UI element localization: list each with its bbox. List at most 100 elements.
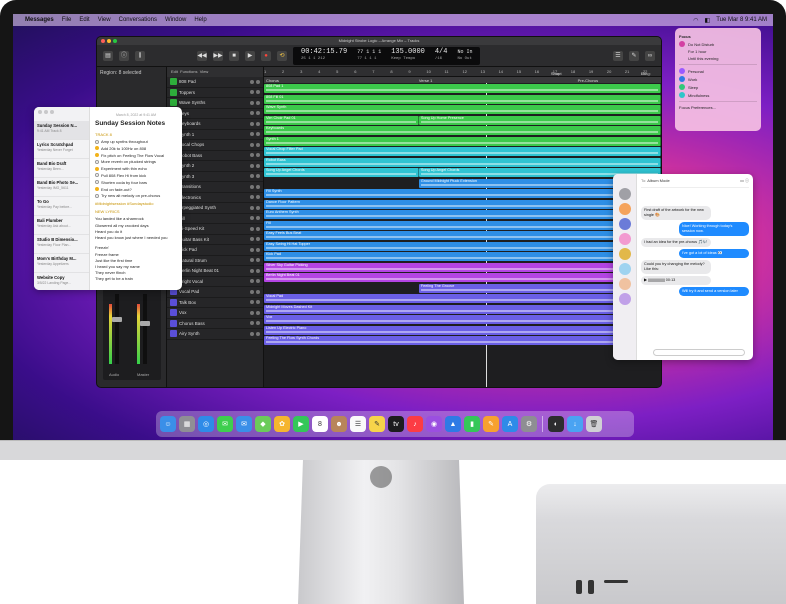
avatar[interactable] (618, 203, 631, 215)
volume-knob[interactable] (250, 100, 254, 105)
downloads-icon[interactable]: ↓ (567, 416, 583, 432)
region[interactable]: Euro Anthem Synth (264, 210, 661, 219)
track-header[interactable]: Talk Box (167, 298, 263, 308)
checkbox-icon[interactable] (95, 173, 99, 178)
menu-edit[interactable]: Edit (79, 17, 89, 23)
timeline-ruler[interactable]: Snap: Smart Drag: No Overlap 12345678910… (264, 67, 661, 81)
pan-knob[interactable] (256, 321, 260, 326)
volume-knob[interactable] (250, 142, 254, 147)
volume-knob[interactable] (250, 79, 254, 84)
master-fader[interactable] (140, 294, 150, 364)
focus-item-dnd[interactable]: Do Not Disturb (688, 42, 714, 47)
mail-icon[interactable]: ✉ (236, 416, 252, 432)
menu-file[interactable]: File (62, 17, 72, 23)
region[interactable]: Dance Floor Pattern (264, 199, 661, 209)
checkbox-icon[interactable] (95, 146, 99, 151)
wifi-icon[interactable]: ◠ (693, 17, 698, 24)
track-header[interactable]: Airy Synth (167, 329, 263, 340)
list-editors-icon[interactable]: ☰ (613, 50, 623, 61)
message-bubble[interactable]: I had an idea for the pre-chorus 🎵🎶 (641, 238, 711, 247)
pan-knob[interactable] (256, 237, 260, 242)
note-list-item[interactable]: Lyrics Scratchpad Yesterday Never Forget (34, 140, 89, 159)
region[interactable]: Fill Synth (264, 189, 661, 198)
track-header[interactable]: Toppers (167, 88, 263, 98)
region[interactable]: Fill (264, 220, 661, 230)
volume-knob[interactable] (250, 300, 254, 305)
volume-fader[interactable] (112, 294, 122, 364)
note-list-item[interactable]: Mom's Birthday M... Yesterday Appetizers (34, 254, 89, 273)
music-icon[interactable]: ♪ (407, 416, 423, 432)
photos-icon[interactable]: ✿ (274, 416, 290, 432)
volume-knob[interactable] (250, 331, 254, 336)
menu-app-name[interactable]: Messages (25, 17, 54, 23)
volume-knob[interactable] (250, 247, 254, 252)
notes-icon[interactable]: ✎ (369, 416, 385, 432)
checkbox-icon[interactable] (95, 166, 99, 171)
close-button[interactable] (38, 110, 42, 114)
facetime-icon[interactable]: ▶ (293, 416, 309, 432)
pan-knob[interactable] (256, 111, 260, 116)
volume-knob[interactable] (250, 268, 254, 273)
pan-knob[interactable] (256, 184, 260, 189)
checkbox-icon[interactable] (95, 153, 99, 158)
zoom-button[interactable] (113, 39, 117, 43)
podcasts-icon[interactable]: ◉ (426, 416, 442, 432)
track-lanes[interactable]: 808 Pad 1 808 Fill 01 Wave Synth Vim Choir … (264, 83, 661, 387)
region[interactable]: Vox (264, 315, 661, 324)
loops-icon[interactable]: ∞ (645, 50, 655, 61)
checklist-item[interactable]: Shorten coda by four bars (95, 180, 177, 185)
region[interactable]: 808 Pad 1 (264, 84, 661, 93)
region[interactable]: Midnight Moves Dashed Kit (264, 304, 661, 314)
zoom-button[interactable] (50, 110, 54, 114)
maps-icon[interactable]: ◆ (255, 416, 271, 432)
focus-item-sleep[interactable]: Sleep (688, 85, 698, 90)
checklist-item[interactable]: Experiment with thin echo (95, 166, 177, 171)
pan-knob[interactable] (256, 300, 260, 305)
volume-knob[interactable] (250, 163, 254, 168)
pan-knob[interactable] (256, 258, 260, 263)
region[interactable]: Listen Up Electric Piano (264, 325, 661, 335)
region[interactable]: Song Up Home Presence (418, 115, 661, 125)
message-bubble[interactable]: I've got a lot of ideas 👀 (679, 249, 749, 258)
recipient-name[interactable]: Album Mode (647, 178, 669, 183)
checklist-item[interactable]: Fix pitch on Feeling The Flow Vocal (95, 153, 177, 158)
pan-knob[interactable] (256, 331, 260, 336)
minimize-button[interactable] (107, 39, 111, 43)
volume-knob[interactable] (250, 258, 254, 263)
rewind-button[interactable]: ◀◀ (197, 50, 207, 61)
pan-knob[interactable] (256, 247, 260, 252)
volume-knob[interactable] (250, 216, 254, 221)
menu-functions[interactable]: Functions (180, 69, 197, 74)
pan-knob[interactable] (256, 100, 260, 105)
pan-knob[interactable] (256, 310, 260, 315)
avatar[interactable] (618, 293, 631, 305)
message-bubble[interactable]: First draft of the artwork for the new s… (641, 206, 711, 220)
pan-knob[interactable] (256, 142, 260, 147)
region[interactable]: Vocal Pad (264, 294, 661, 303)
region[interactable]: Synth 1 (264, 136, 661, 146)
note-list-item[interactable]: Band Bio Photo Se... Yesterday IMG_5611 (34, 178, 89, 197)
message-bubble[interactable]: Could you try changing the melody? Like … (641, 260, 711, 274)
checklist-item[interactable]: More reverb on plucked strings (95, 159, 177, 164)
avatar[interactable] (618, 188, 631, 200)
volume-knob[interactable] (250, 111, 254, 116)
region[interactable]: Vim Choir Pad 01 (264, 115, 419, 125)
region[interactable]: Kick Pad (264, 252, 661, 261)
focus-preferences[interactable]: Focus Preferences... (679, 105, 716, 110)
control-center-icon[interactable]: ◧ (705, 17, 711, 24)
launchpad-icon[interactable]: ▦ (179, 416, 195, 432)
volume-knob[interactable] (250, 237, 254, 242)
contacts-icon[interactable]: ☻ (331, 416, 347, 432)
region[interactable]: Silver Sky Guitar Picking (264, 262, 661, 272)
focus-item-work[interactable]: Work (688, 77, 697, 82)
checkbox-icon[interactable] (95, 159, 99, 164)
calendar-icon[interactable]: 8 (312, 416, 328, 432)
pan-knob[interactable] (256, 195, 260, 200)
pan-knob[interactable] (256, 279, 260, 284)
region[interactable]: Easy Feels Bus Beat (264, 231, 661, 240)
track-header[interactable]: Vox (167, 308, 263, 319)
pan-knob[interactable] (256, 174, 260, 179)
avatar[interactable] (618, 278, 631, 290)
pan-knob[interactable] (256, 79, 260, 84)
checklist-item[interactable]: Try new alt melody on pre-chorus (95, 193, 177, 198)
